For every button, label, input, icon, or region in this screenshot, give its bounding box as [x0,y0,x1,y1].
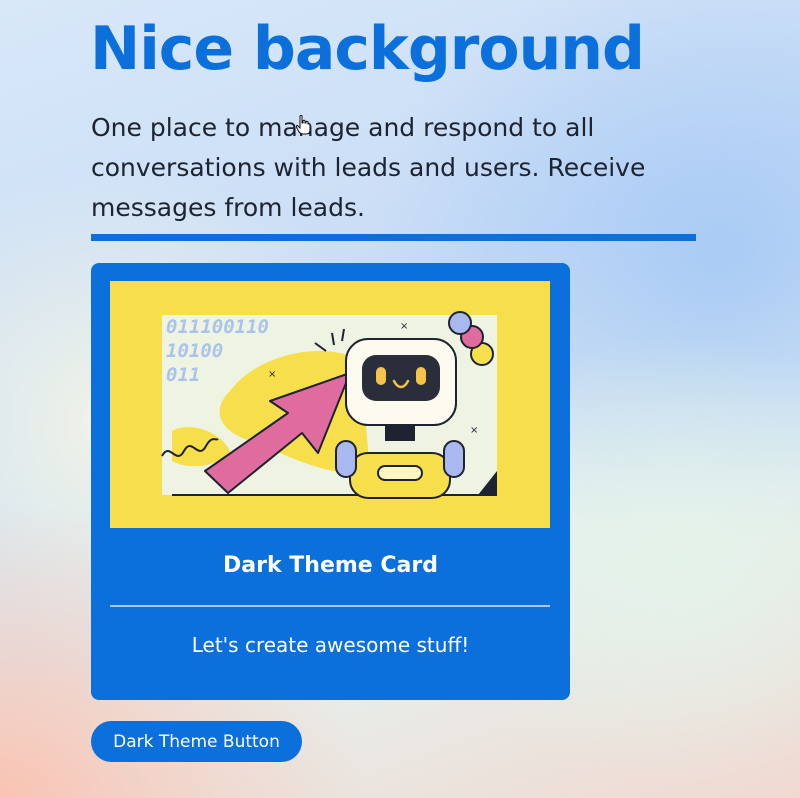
binary-line-3: 011 [166,364,200,386]
card-image: 011100110 10100 011 × × × [110,281,550,528]
card-divider [110,605,550,607]
card-text: Let's create awesome stuff! [191,633,470,657]
binary-line-2: 10100 [166,340,223,362]
header-divider [91,234,696,241]
svg-text:×: × [400,321,408,332]
robot-with-arrow-illustration: 011100110 10100 011 × × × [161,311,497,499]
svg-text:×: × [268,369,276,380]
dark-theme-card: 011100110 10100 011 × × × Dark Theme Car… [91,263,570,700]
svg-text:×: × [470,425,478,436]
card-title: Dark Theme Card [223,553,438,578]
page-title: Nice background [90,14,645,84]
binary-line-1: 011100110 [166,316,269,338]
page-description: One place to manage and respond to all c… [91,113,646,222]
dark-theme-button[interactable]: Dark Theme Button [91,721,302,762]
hand-pointer-icon [296,115,310,135]
